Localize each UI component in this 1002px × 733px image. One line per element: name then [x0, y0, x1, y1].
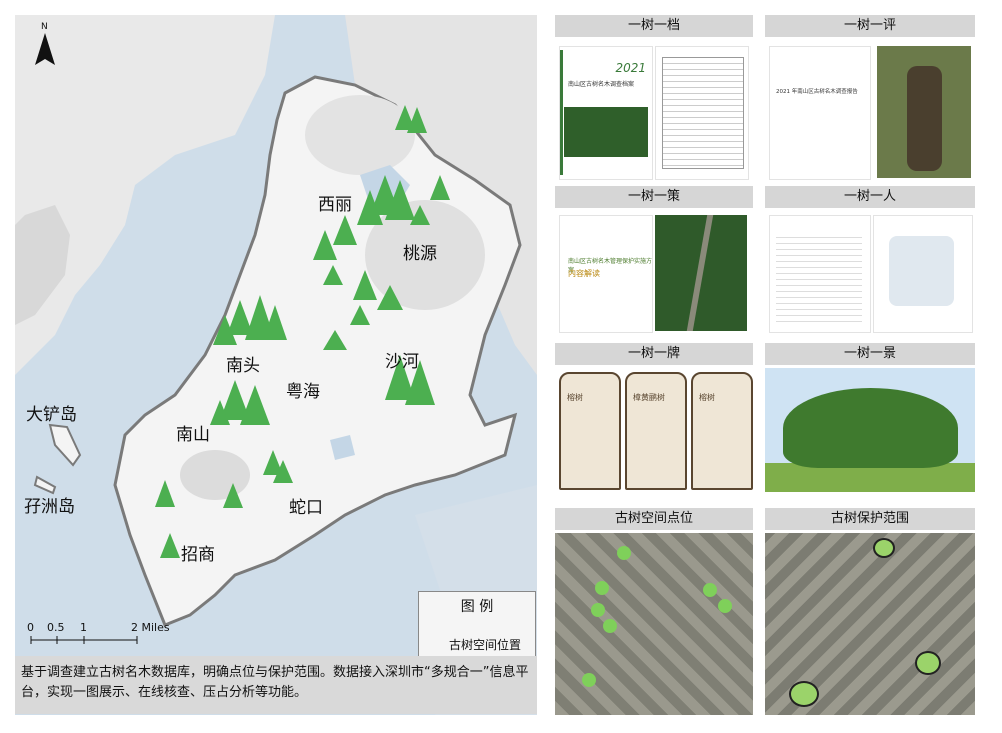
- sign-3-label: 榕树: [699, 393, 715, 402]
- mazhou-island-shape: [33, 475, 57, 495]
- scale-tick-0: 0: [27, 621, 34, 634]
- tree-point-marker: [718, 599, 732, 613]
- tree-point-marker: [703, 583, 717, 597]
- strategy-cover: 南山区古树名木管理保护实施方案 内容解读: [559, 215, 653, 333]
- report-cover: 2021 年南山区古树名木调查报告: [769, 46, 871, 180]
- place-label-zhaoshang: 招商: [181, 545, 215, 565]
- forest-photo: [564, 107, 648, 157]
- place-label-nanshan: 南山: [176, 425, 210, 445]
- trunk-shape: [907, 66, 942, 171]
- card-protection-aerial: [765, 533, 975, 715]
- place-label-taoyuan: 桃源: [403, 244, 437, 264]
- sign-board-3: 榕树: [691, 372, 753, 490]
- card-title-scene: 一树一景: [765, 343, 975, 365]
- place-label-mazhou-island: 孖洲岛: [24, 497, 75, 517]
- legend-item-label: 古树空间位置: [449, 638, 522, 652]
- place-label-yuehai: 粤海: [286, 382, 320, 402]
- tree-point-marker: [617, 546, 631, 560]
- place-label-nantou: 南头: [226, 356, 260, 376]
- road-shape: [686, 215, 714, 331]
- card-title-strategy: 一树一策: [555, 186, 753, 208]
- person-map: [873, 215, 973, 333]
- card-strategy: 南山区古树名木管理保护实施方案 内容解读: [555, 211, 753, 336]
- tree-point-marker: [591, 603, 605, 617]
- person-document: [769, 215, 871, 333]
- place-label-shahe: 沙河: [385, 352, 419, 372]
- document-text-lines: [776, 232, 862, 322]
- cover-title: 南山区古树名木调查档案: [568, 81, 635, 88]
- card-title-protection: 古树保护范围: [765, 508, 975, 530]
- place-label-xili: 西丽: [318, 195, 352, 215]
- card-scene: [765, 368, 975, 492]
- caption-text: 基于调查建立古树名木数据库，明确点位与保护范围。数据接入深圳市“多规合一”信息平…: [21, 665, 529, 700]
- dachan-island-shape: [48, 423, 82, 467]
- card-sign: 榕树 樟黄鹂树 榕树: [555, 368, 753, 492]
- protection-zone: [789, 681, 819, 707]
- forest-road-photo: [655, 215, 747, 331]
- card-evaluation: 2021 年南山区古树名木调查报告: [765, 40, 975, 185]
- protection-zone: [915, 651, 941, 675]
- scale-labels: 0 0.5 1 2 Miles: [27, 621, 177, 651]
- place-label-shekou: 蛇口: [289, 498, 323, 518]
- north-label: N: [41, 22, 48, 32]
- sign-2-label: 樟黄鹂树: [633, 393, 665, 402]
- card-title-sign: 一树一牌: [555, 343, 753, 365]
- card-title-person: 一树一人: [765, 186, 975, 208]
- archive-form: [655, 46, 749, 180]
- map-panel: N 西丽 桃源 南头 粤海 沙河 南山 大铲岛 孖洲岛 蛇口 招商 图 例 古树…: [15, 15, 537, 715]
- card-title-archive: 一树一档: [555, 15, 753, 37]
- card-points-aerial: [555, 533, 753, 715]
- report-title: 2021 年南山区古树名木调查报告: [776, 89, 858, 95]
- scale-tick-0-5: 0.5: [47, 621, 65, 634]
- card-person: [765, 211, 975, 336]
- scale-tick-1: 1: [80, 621, 87, 634]
- tree-point-marker: [582, 673, 596, 687]
- hill-relief: [305, 95, 415, 175]
- caption-box: 基于调查建立古树名木数据库，明确点位与保护范围。数据接入深圳市“多规合一”信息平…: [15, 656, 537, 714]
- place-label-dachan-island: 大铲岛: [26, 405, 77, 425]
- tree-point-marker: [595, 581, 609, 595]
- scale-tick-2: 2 Miles: [131, 621, 170, 634]
- sign-1-label: 榕树: [567, 393, 583, 402]
- legend-title: 图 例: [460, 599, 494, 615]
- map-legend: 图 例 古树空间位置: [418, 591, 536, 661]
- cover-year: 2021: [615, 61, 646, 75]
- tree-trunk-photo: [877, 46, 971, 178]
- banyan-canopy: [783, 388, 958, 468]
- card-archive: 2021 南山区古树名木调查档案: [555, 40, 753, 185]
- strategy-subtitle: 内容解读: [568, 269, 600, 278]
- card-title-points: 古树空间点位: [555, 508, 753, 530]
- sign-board-1: 榕树: [559, 372, 621, 490]
- sign-board-2: 樟黄鹂树: [625, 372, 687, 490]
- form-table: [662, 57, 744, 169]
- tree-point-marker: [603, 619, 617, 633]
- aerial-imagery: [555, 533, 753, 715]
- archive-cover: 2021 南山区古树名木调查档案: [559, 46, 653, 180]
- cover-spine: [560, 50, 563, 175]
- card-title-evaluation: 一树一评: [765, 15, 975, 37]
- protection-zone: [873, 538, 895, 558]
- mini-map: [889, 236, 954, 306]
- hill-relief: [180, 450, 250, 500]
